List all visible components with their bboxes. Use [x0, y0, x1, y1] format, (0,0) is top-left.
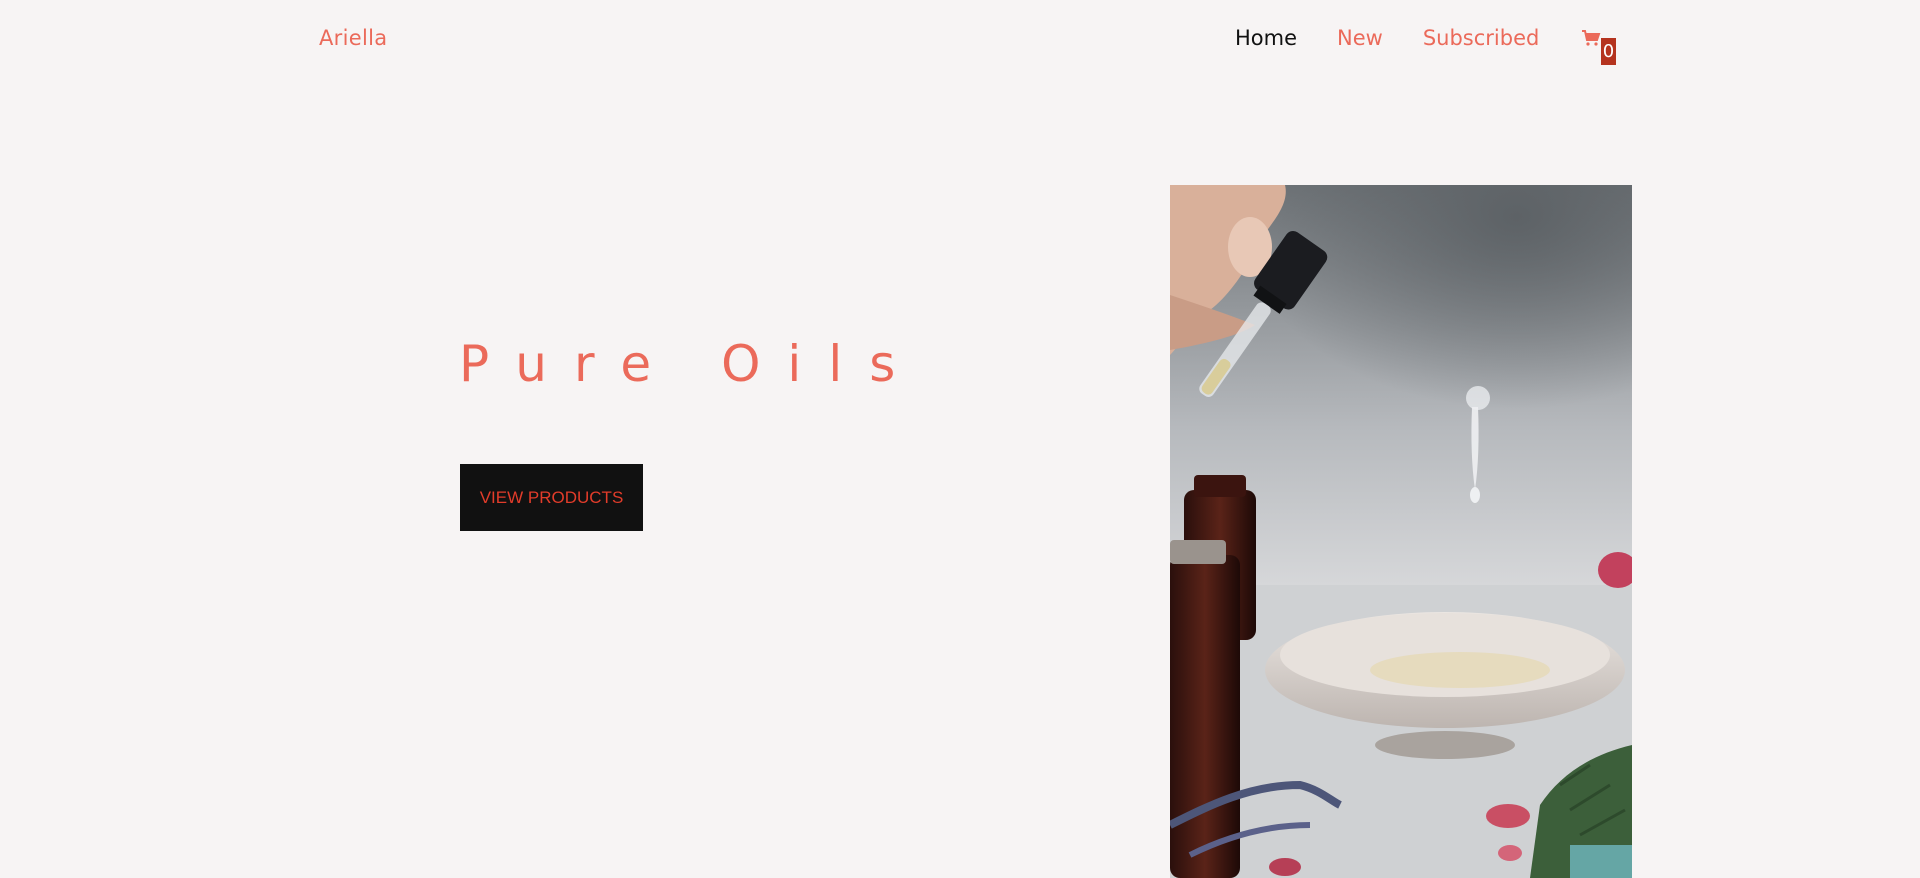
- nav-item-home[interactable]: Home: [1235, 26, 1297, 50]
- main-nav: Home New Subscribed: [1235, 26, 1579, 50]
- page: Ariella Home New Subscribed 0 Pure Oils …: [0, 0, 1920, 878]
- nav-item-new[interactable]: New: [1337, 26, 1383, 50]
- nav-item-subscribed[interactable]: Subscribed: [1423, 26, 1540, 50]
- cart-icon: [1582, 30, 1601, 46]
- hero-image: [1170, 185, 1632, 878]
- essential-oil-photo: [1170, 185, 1632, 878]
- view-products-button[interactable]: VIEW PRODUCTS: [460, 464, 643, 531]
- hero-title: Pure Oils: [459, 335, 923, 393]
- cart-button[interactable]: 0: [1581, 30, 1616, 66]
- brand-logo[interactable]: Ariella: [319, 26, 387, 50]
- cart-count-badge: 0: [1601, 38, 1616, 65]
